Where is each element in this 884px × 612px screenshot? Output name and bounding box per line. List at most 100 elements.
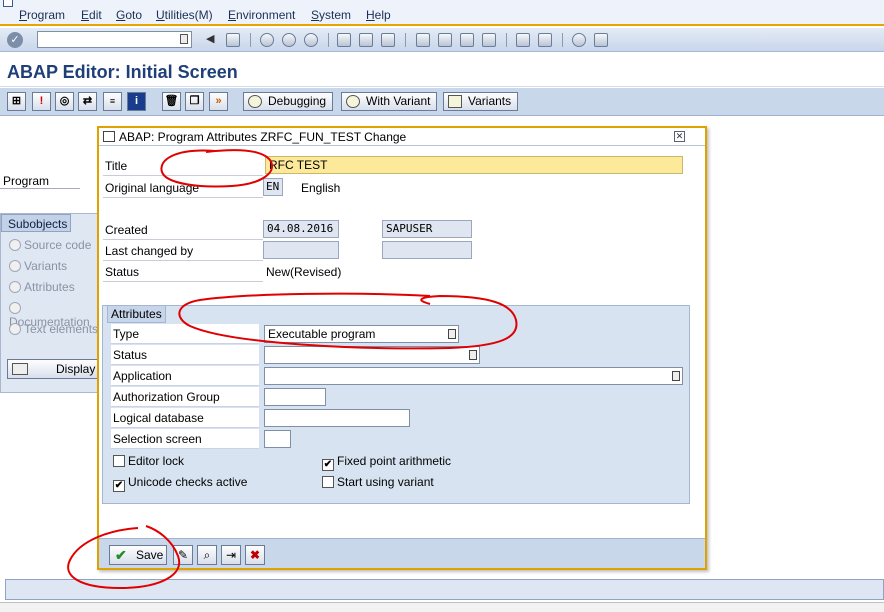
program-status-label: Status	[111, 345, 259, 365]
with-variant-label: With Variant	[366, 94, 431, 108]
original-language-name: English	[301, 181, 341, 195]
command-field[interactable]	[37, 31, 192, 48]
last-changed-label: Last changed by	[105, 244, 194, 258]
move-icon[interactable]: ⇥	[221, 545, 241, 565]
unicode-checks-checkbox[interactable]: ✔ Unicode checks active	[113, 475, 247, 492]
check-syntax-icon[interactable]: ✎	[173, 545, 193, 565]
fixed-point-checkbox[interactable]: ✔ Fixed point arithmetic	[322, 454, 451, 471]
variants-button[interactable]: Variants	[443, 92, 519, 111]
execute-icon[interactable]: »	[209, 92, 228, 111]
radio-button-icon	[9, 302, 21, 314]
label-underline	[103, 260, 263, 261]
created-user: SAPUSER	[382, 220, 472, 238]
radio-text-elements[interactable]: Text elements	[9, 322, 98, 336]
menu-system[interactable]: System	[311, 8, 351, 22]
created-date: 04.08.2016	[263, 220, 339, 238]
save-icon[interactable]	[226, 33, 240, 47]
application-label: Application	[111, 366, 259, 386]
program-label: Program	[3, 174, 50, 188]
menu-goto[interactable]: Goto	[116, 8, 142, 22]
display-button[interactable]: Display	[7, 359, 107, 379]
info-icon[interactable]: i	[127, 92, 146, 111]
find-icon[interactable]	[359, 33, 373, 47]
logical-database-input[interactable]	[264, 409, 410, 427]
start-variant-checkbox[interactable]: Start using variant	[322, 475, 434, 489]
label-underline	[103, 175, 263, 176]
display-label: Display	[56, 362, 96, 376]
prev-page-icon[interactable]	[438, 33, 452, 47]
radio-source-code[interactable]: Source code	[9, 238, 91, 252]
radio-text-elements-label: Text elements	[24, 322, 99, 336]
enter-icon[interactable]: ✓	[7, 32, 23, 48]
check-icon[interactable]: ◎	[55, 92, 74, 111]
title-bar: ABAP Editor: Initial Screen	[0, 53, 884, 87]
radio-variants[interactable]: Variants	[9, 259, 67, 273]
direct-processing-icon[interactable]: ⇄	[78, 92, 97, 111]
radio-button-icon	[9, 281, 21, 293]
subobjects-header: Subobjects	[1, 214, 71, 232]
menu-edit[interactable]: Edit	[81, 8, 102, 22]
type-dropdown[interactable]: Executable program	[264, 325, 459, 343]
original-language-code: EN	[263, 178, 283, 196]
command-history-dropdown-icon[interactable]	[180, 34, 188, 44]
selection-screen-input[interactable]	[264, 430, 291, 448]
last-page-icon[interactable]	[482, 33, 496, 47]
application-dropdown[interactable]	[264, 367, 683, 385]
application-toolbar: ⊞ ! ◎ ⇄ ≡ i 🗑 ❐ » Debugging With Variant…	[0, 88, 884, 116]
status-label: Status	[105, 265, 140, 279]
title-input[interactable]: RFC TEST	[265, 156, 683, 174]
type-value: Executable program	[268, 327, 376, 341]
object-list-icon[interactable]: ⊞	[7, 92, 26, 111]
variants-icon	[448, 95, 462, 108]
label-underline	[103, 197, 263, 198]
find-next-icon[interactable]	[381, 33, 395, 47]
editor-lock-checkbox[interactable]: Editor lock	[113, 454, 184, 468]
attributes-header: Attributes	[107, 306, 166, 323]
shortcut-icon[interactable]	[538, 33, 552, 47]
exit-icon[interactable]	[282, 33, 296, 47]
back-arrow-icon[interactable]	[260, 33, 274, 47]
standard-toolbar: ✓ ◀	[0, 28, 884, 52]
menu-utilities[interactable]: Utilities(M)	[156, 8, 213, 22]
last-changed-user	[382, 241, 472, 259]
dropdown-icon[interactable]	[672, 371, 680, 381]
menu-program[interactable]: Program	[19, 8, 65, 22]
checkbox-icon	[113, 455, 125, 467]
program-status-dropdown[interactable]	[264, 346, 480, 364]
next-page-icon[interactable]	[460, 33, 474, 47]
cancel-icon[interactable]: ✖	[245, 545, 265, 565]
layout-icon[interactable]	[594, 33, 608, 47]
authorization-group-input[interactable]	[264, 388, 326, 406]
edit-document-icon	[103, 131, 115, 142]
copy-icon[interactable]: ❐	[185, 92, 204, 111]
page-title: ABAP Editor: Initial Screen	[7, 62, 238, 82]
first-page-icon[interactable]	[416, 33, 430, 47]
close-icon[interactable]: ✕	[674, 131, 685, 142]
label-underline	[103, 281, 263, 282]
cancel-icon[interactable]	[304, 33, 318, 47]
radio-attributes-label: Attributes	[24, 280, 75, 294]
back-icon[interactable]: ◀	[206, 32, 214, 46]
radio-attributes[interactable]: Attributes	[9, 280, 75, 294]
debugging-button[interactable]: Debugging	[243, 92, 334, 111]
where-used-icon[interactable]: ≡	[103, 92, 122, 111]
status-bar	[5, 579, 884, 600]
dropdown-icon[interactable]	[469, 350, 477, 360]
find-icon[interactable]: ⌕	[197, 545, 217, 565]
menu-help[interactable]: Help	[366, 8, 391, 22]
attributes-group: Attributes Type Executable program Statu…	[102, 305, 690, 504]
label-underline	[103, 239, 263, 240]
help-icon[interactable]	[572, 33, 586, 47]
delete-icon[interactable]: 🗑	[162, 92, 181, 111]
menu-environment[interactable]: Environment	[228, 8, 295, 22]
active-inactive-icon[interactable]: !	[32, 92, 51, 111]
toolbar-divider	[250, 33, 251, 47]
save-button[interactable]: ✔ Save	[109, 545, 167, 565]
dialog-title: ABAP: Program Attributes ZRFC_FUN_TEST C…	[119, 130, 407, 144]
debugging-label: Debugging	[268, 94, 327, 108]
dropdown-icon[interactable]	[448, 329, 456, 339]
print-icon[interactable]	[337, 33, 351, 47]
new-session-icon[interactable]	[516, 33, 530, 47]
selection-screen-label: Selection screen	[111, 429, 259, 449]
with-variant-button[interactable]: With Variant	[341, 92, 438, 111]
